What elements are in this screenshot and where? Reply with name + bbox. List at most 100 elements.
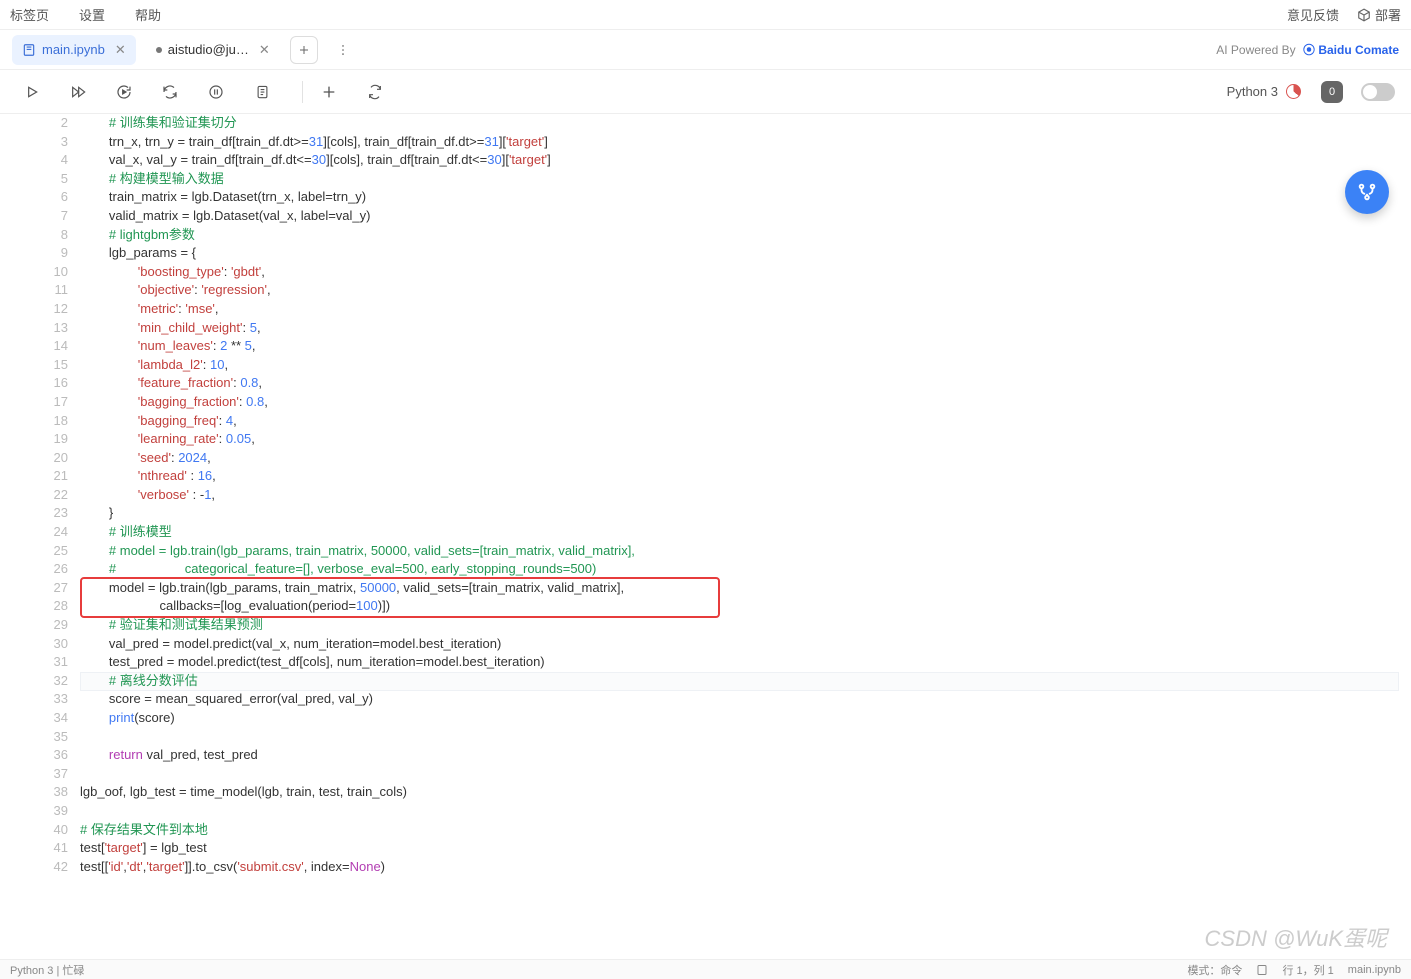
code-line[interactable]: test['target'] = lgb_test (80, 839, 1411, 858)
code-line[interactable]: 'seed': 2024, (80, 449, 1411, 468)
code-line[interactable]: # categorical_feature=[], verbose_eval=5… (80, 560, 1411, 579)
code-line[interactable]: # lightgbm参数 (80, 226, 1411, 245)
sync-button[interactable] (359, 76, 391, 108)
line-number: 21 (0, 467, 68, 486)
code-line[interactable]: 'verbose' : -1, (80, 486, 1411, 505)
line-number: 16 (0, 374, 68, 393)
code-editor[interactable]: 2345678910111213141516171819202122232425… (0, 114, 1411, 876)
document-icon (255, 84, 270, 100)
menu-settings[interactable]: 设置 (79, 5, 105, 24)
status-ln: 行 1，列 1 (1282, 962, 1333, 978)
status-file: main.ipynb (1348, 964, 1401, 976)
code-line[interactable] (80, 765, 1411, 784)
toggle-switch[interactable] (1361, 83, 1395, 101)
powered-by: AI Powered By ⦿ Baidu Comate (1216, 41, 1399, 58)
code-line[interactable]: # 离线分数评估 (80, 672, 1411, 691)
powered-brand[interactable]: ⦿ Baidu Comate (1303, 43, 1399, 57)
restart-run-button[interactable] (108, 76, 140, 108)
code-line[interactable] (80, 802, 1411, 821)
code-line[interactable]: test_pred = model.predict(test_df[cols],… (80, 653, 1411, 672)
code-line[interactable]: # model = lgb.train(lgb_params, train_ma… (80, 542, 1411, 561)
tabbar: main.ipynb ✕ aistudio@ju… ✕ AI Powered B… (0, 30, 1411, 70)
line-number: 26 (0, 560, 68, 579)
code-line[interactable]: trn_x, trn_y = train_df[train_df.dt>=31]… (80, 133, 1411, 152)
code-line[interactable]: 'bagging_fraction': 0.8, (80, 393, 1411, 412)
code-line[interactable]: # 训练集和验证集切分 (80, 114, 1411, 133)
pause-icon (208, 84, 224, 100)
tab-overflow[interactable] (336, 43, 350, 57)
line-number: 27 (0, 579, 68, 598)
line-number: 38 (0, 783, 68, 802)
code-line[interactable]: 'feature_fraction': 0.8, (80, 374, 1411, 393)
code-line[interactable]: score = mean_squared_error(val_pred, val… (80, 690, 1411, 709)
code-line[interactable]: # 保存结果文件到本地 (80, 821, 1411, 840)
code-line[interactable]: return val_pred, test_pred (80, 746, 1411, 765)
menubar: 标签页 设置 帮助 意见反馈 部署 (0, 0, 1411, 30)
refresh-icon (162, 84, 178, 100)
toolbar: Python 3 0 (0, 70, 1411, 114)
code-line[interactable]: print(score) (80, 709, 1411, 728)
menu-help[interactable]: 帮助 (135, 5, 161, 24)
tab-add[interactable] (290, 36, 318, 64)
code-line[interactable]: 'objective': 'regression', (80, 281, 1411, 300)
close-icon[interactable]: ✕ (115, 42, 126, 58)
code-line[interactable]: # 构建模型输入数据 (80, 170, 1411, 189)
line-number: 39 (0, 802, 68, 821)
line-number: 11 (0, 281, 68, 300)
fast-forward-icon (69, 84, 87, 100)
line-number: 34 (0, 709, 68, 728)
code-line[interactable]: 'lambda_l2': 10, (80, 356, 1411, 375)
code-line[interactable]: 'num_leaves': 2 ** 5, (80, 337, 1411, 356)
code-line[interactable]: lgb_oof, lgb_test = time_model(lgb, trai… (80, 783, 1411, 802)
plus-icon (321, 84, 337, 100)
restart-button[interactable] (154, 76, 186, 108)
run-all-button[interactable] (62, 76, 94, 108)
sync-icon (367, 84, 383, 100)
code-line[interactable]: valid_matrix = lgb.Dataset(val_x, label=… (80, 207, 1411, 226)
tab-terminal-label: aistudio@ju… (168, 42, 249, 57)
notification-badge[interactable]: 0 (1321, 81, 1343, 103)
menu-feedback[interactable]: 意见反馈 (1287, 5, 1339, 24)
branch-icon (1356, 181, 1378, 203)
code-line[interactable]: 'metric': 'mse', (80, 300, 1411, 319)
line-number: 9 (0, 244, 68, 263)
watermark: CSDN @WuK蛋呢 (1205, 921, 1387, 953)
code-line[interactable]: 'nthread' : 16, (80, 467, 1411, 486)
line-number: 7 (0, 207, 68, 226)
code-line[interactable]: callbacks=[log_evaluation(period=100)]) (80, 597, 1411, 616)
menu-deploy-label: 部署 (1375, 5, 1401, 24)
code-line[interactable] (80, 728, 1411, 747)
code-line[interactable]: # 验证集和测试集结果预测 (80, 616, 1411, 635)
play-icon (24, 84, 40, 100)
markdown-button[interactable] (246, 76, 278, 108)
close-icon[interactable]: ✕ (259, 42, 270, 58)
run-button[interactable] (16, 76, 48, 108)
code-line[interactable]: 'learning_rate': 0.05, (80, 430, 1411, 449)
code-line[interactable]: model = lgb.train(lgb_params, train_matr… (80, 579, 1411, 598)
code-line[interactable]: val_x, val_y = train_df[train_df.dt<=30]… (80, 151, 1411, 170)
code-line[interactable]: test[['id','dt','target']].to_csv('submi… (80, 858, 1411, 877)
interrupt-button[interactable] (200, 76, 232, 108)
line-number: 17 (0, 393, 68, 412)
add-cell-button[interactable] (313, 76, 345, 108)
code-line[interactable]: } (80, 504, 1411, 523)
menu-deploy[interactable]: 部署 (1357, 5, 1401, 24)
code-line[interactable]: 'min_child_weight': 5, (80, 319, 1411, 338)
code-line[interactable]: 'bagging_freq': 4, (80, 412, 1411, 431)
kernel-name[interactable]: Python 3 (1227, 84, 1278, 99)
code-line[interactable]: # 训练模型 (80, 523, 1411, 542)
tab-main[interactable]: main.ipynb ✕ (12, 35, 136, 65)
line-number: 3 (0, 133, 68, 152)
line-number: 4 (0, 151, 68, 170)
kebab-icon (336, 43, 350, 57)
menu-tabs[interactable]: 标签页 (10, 5, 49, 24)
code-line[interactable]: lgb_params = { (80, 244, 1411, 263)
code-area[interactable]: # 训练集和验证集切分 trn_x, trn_y = train_df[trai… (80, 114, 1411, 876)
code-line[interactable]: val_pred = model.predict(val_x, num_iter… (80, 635, 1411, 654)
line-number: 10 (0, 263, 68, 282)
tab-terminal[interactable]: aistudio@ju… ✕ (146, 35, 280, 65)
line-number: 22 (0, 486, 68, 505)
assistant-fab[interactable] (1345, 170, 1389, 214)
code-line[interactable]: 'boosting_type': 'gbdt', (80, 263, 1411, 282)
code-line[interactable]: train_matrix = lgb.Dataset(trn_x, label=… (80, 188, 1411, 207)
